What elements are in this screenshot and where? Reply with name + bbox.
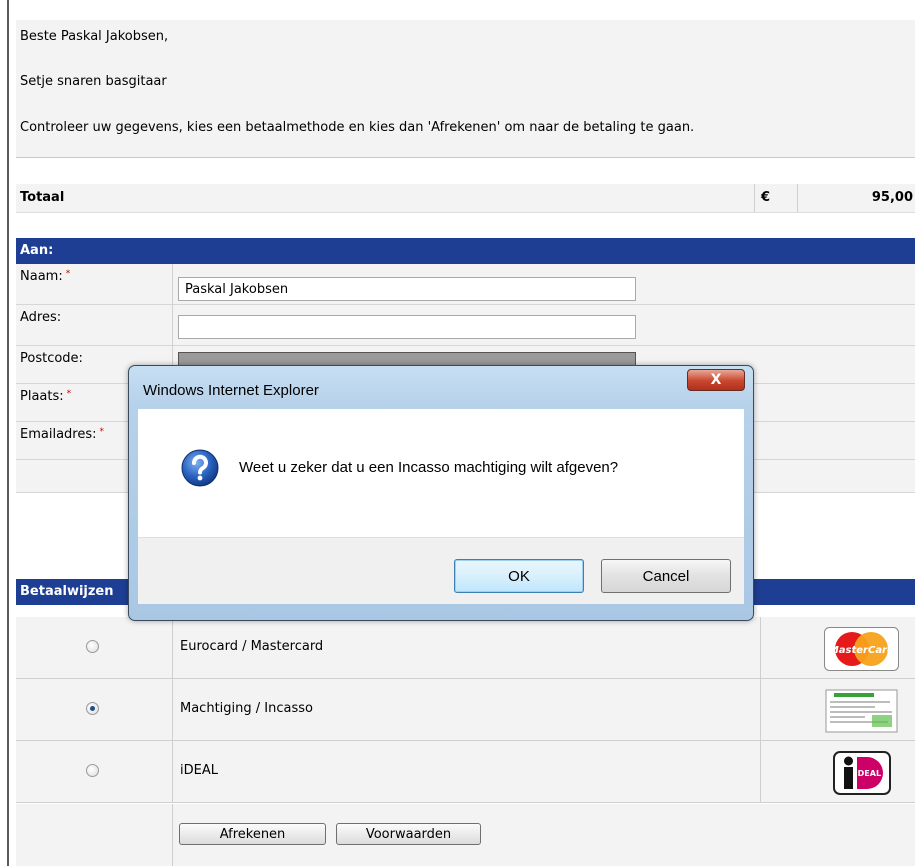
dialog-body: Weet u zeker dat u een Incasso machtigin… (138, 409, 744, 537)
mastercard-logo: MasterCard (824, 627, 899, 671)
order-intro: Beste Paskal Jakobsen, Setje snaren basg… (16, 20, 915, 158)
column-divider (760, 679, 761, 740)
cancel-button[interactable]: Cancel (601, 559, 731, 593)
terms-button[interactable]: Voorwaarden (336, 823, 481, 845)
required-marker: * (65, 269, 71, 279)
city-label: Plaats: * (20, 389, 72, 404)
close-icon[interactable]: X (687, 369, 745, 391)
name-field[interactable] (178, 277, 636, 301)
checkout-button[interactable]: Afrekenen (179, 823, 326, 845)
payment-actions-row: Afrekenen Voorwaarden (16, 804, 915, 866)
incasso-form-logo (825, 689, 898, 733)
email-label: Emailadres: * (20, 427, 104, 442)
dialog-message: Weet u zeker dat u een Incasso machtigin… (239, 459, 619, 476)
mastercard-radio[interactable] (86, 640, 99, 653)
left-border (7, 0, 9, 866)
svg-text:MasterCard: MasterCard (829, 645, 895, 656)
ideal-radio[interactable] (86, 764, 99, 777)
payment-row-mastercard: Eurocard / Mastercard MasterCard (16, 617, 915, 679)
instruction-text: Controleer uw gegevens, kies een betaalm… (20, 120, 695, 135)
total-currency: € (754, 184, 798, 212)
confirm-dialog: Windows Internet Explorer X Weet u zeker… (128, 365, 754, 621)
total-amount: 95,00 (871, 190, 913, 205)
required-marker: * (99, 427, 105, 437)
dialog-title: Windows Internet Explorer (143, 382, 319, 399)
address-label: Adres: (20, 310, 62, 325)
total-label: Totaal (20, 190, 65, 205)
column-divider (172, 679, 173, 740)
column-divider (760, 617, 761, 678)
mastercard-label: Eurocard / Mastercard (180, 639, 324, 654)
column-divider (172, 617, 173, 678)
ideal-label: iDEAL (180, 763, 218, 778)
greeting-text: Beste Paskal Jakobsen, (20, 29, 169, 44)
payment-row-incasso: Machtiging / Incasso (16, 679, 915, 741)
dialog-button-bar: OK Cancel (138, 537, 744, 604)
ideal-logo: iDEAL (833, 751, 891, 795)
payment-row-ideal: iDEAL iDEAL (16, 741, 915, 803)
required-marker: * (66, 389, 72, 399)
total-row: Totaal € 95,00 (16, 184, 915, 213)
incasso-radio[interactable] (86, 702, 99, 715)
incasso-label: Machtiging / Incasso (180, 701, 313, 716)
name-label: Naam: * (20, 269, 71, 284)
recipient-section-header: Aan: (16, 238, 915, 264)
column-divider (760, 741, 761, 802)
address-field[interactable] (178, 315, 636, 339)
column-divider (172, 741, 173, 802)
svg-text:iDEAL: iDEAL (855, 769, 881, 778)
ok-button[interactable]: OK (454, 559, 584, 593)
product-text: Setje snaren basgitaar (20, 74, 167, 89)
question-icon (181, 449, 219, 487)
column-divider (172, 804, 173, 866)
postcode-label: Postcode: (20, 351, 83, 366)
